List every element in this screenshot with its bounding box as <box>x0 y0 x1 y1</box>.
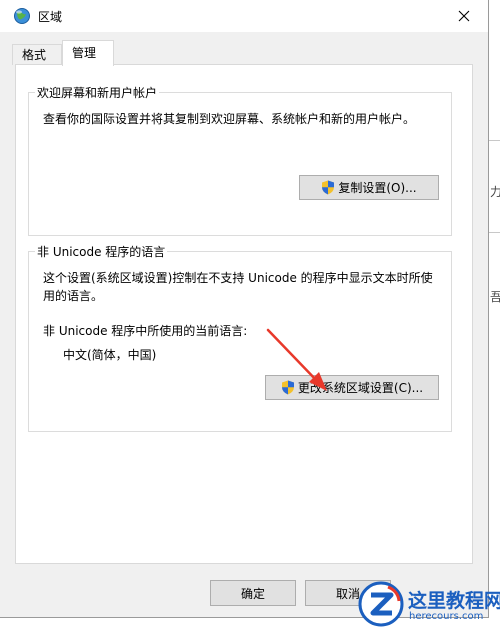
background-text-fragment: 吾 <box>490 290 500 304</box>
window-title: 区域 <box>38 10 63 24</box>
watermark-url: herecours.com <box>409 611 484 622</box>
close-button[interactable] <box>444 0 484 32</box>
ok-button[interactable]: 确定 <box>210 580 296 606</box>
current-language-value: 中文(简体，中国) <box>63 348 157 362</box>
tab-administrative[interactable]: 管理 <box>62 40 114 66</box>
group-title: 非 Unicode 程序的语言 <box>35 243 168 260</box>
site-watermark: 这里教程网 herecours.com <box>356 580 500 627</box>
group-title: 欢迎屏幕和新用户帐户 <box>35 84 160 101</box>
button-label: 复制设置(O)... <box>338 181 417 195</box>
shield-icon <box>322 180 335 195</box>
copy-settings-button[interactable]: 复制设置(O)... <box>299 175 439 200</box>
globe-icon <box>14 8 30 24</box>
non-unicode-description-line1: 这个设置(系统区域设置)控制在不支持 Unicode 的程序中显示文本时所使 <box>43 271 433 285</box>
tab-format[interactable]: 格式 <box>12 44 62 65</box>
watermark-title: 这里教程网 <box>408 590 500 612</box>
watermark-logo-icon <box>358 581 404 627</box>
background-text-fragment: 力 <box>490 185 500 199</box>
administrative-panel: 欢迎屏幕和新用户帐户 查看你的国际设置并将其复制到欢迎屏幕、系统帐户和新的用户帐… <box>15 64 473 564</box>
background-divider <box>489 232 500 233</box>
background-divider <box>489 140 500 141</box>
button-label: 确定 <box>240 586 265 601</box>
button-label: 更改系统区域设置(C)... <box>297 381 424 395</box>
change-system-locale-button[interactable]: 更改系统区域设置(C)... <box>265 375 439 400</box>
close-icon <box>458 10 470 22</box>
current-language-label: 非 Unicode 程序中所使用的当前语言: <box>43 324 248 338</box>
welcome-screen-group: 欢迎屏幕和新用户帐户 查看你的国际设置并将其复制到欢迎屏幕、系统帐户和新的用户帐… <box>28 84 452 236</box>
shield-icon <box>281 380 294 395</box>
non-unicode-description-line2: 用的语言。 <box>43 289 104 303</box>
region-dialog: 区域 格式 管理 欢迎屏幕和新用户帐户 查看你的国际设置并将其复制到欢迎屏幕、系… <box>0 0 489 618</box>
non-unicode-group: 非 Unicode 程序的语言 这个设置(系统区域设置)控制在不支持 Unico… <box>28 243 452 432</box>
welcome-description: 查看你的国际设置并将其复制到欢迎屏幕、系统帐户和新的用户帐户。 <box>43 112 416 126</box>
title-bar[interactable]: 区域 <box>0 0 488 32</box>
